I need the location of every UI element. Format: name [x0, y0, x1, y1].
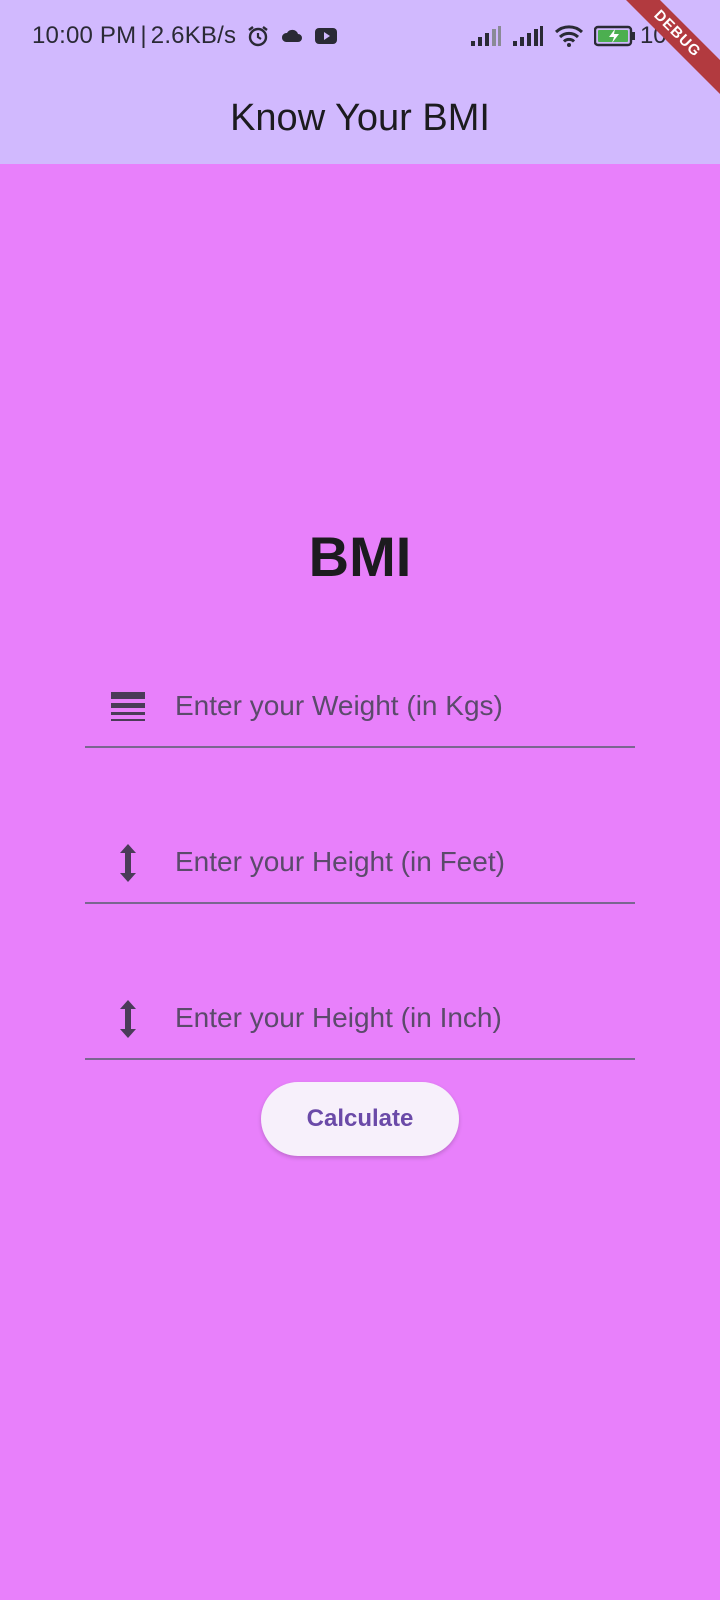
battery-charging-icon	[593, 25, 636, 47]
height-icon	[111, 1000, 145, 1038]
alarm-icon	[246, 24, 270, 48]
status-left: 10:00 PM | 2.6KB/s	[32, 22, 338, 50]
app-bar: Know Your BMI	[0, 82, 720, 164]
line-weight-icon	[111, 690, 145, 724]
height-inch-input[interactable]	[175, 996, 625, 1040]
youtube-icon	[314, 26, 338, 46]
height-inch-field[interactable]	[85, 978, 635, 1060]
status-separator: |	[140, 22, 147, 49]
wifi-icon	[554, 24, 584, 48]
calculate-button[interactable]: Calculate	[261, 1082, 459, 1156]
signal-icon	[512, 25, 544, 47]
height-icon	[111, 844, 145, 882]
height-feet-field[interactable]	[85, 822, 635, 904]
status-right: 100	[460, 22, 680, 50]
weight-field[interactable]	[85, 666, 635, 748]
status-bar: 10:00 PM | 2.6KB/s 100	[0, 0, 720, 82]
weight-input[interactable]	[175, 684, 625, 728]
bmi-heading: BMI	[308, 525, 412, 588]
signal-icon	[470, 25, 502, 47]
app-title: Know Your BMI	[230, 96, 490, 139]
cloud-icon	[280, 26, 304, 46]
network-speed: 2.6KB/s	[150, 22, 237, 49]
status-time: 10:00 PM	[32, 22, 137, 49]
height-feet-input[interactable]	[175, 840, 625, 884]
